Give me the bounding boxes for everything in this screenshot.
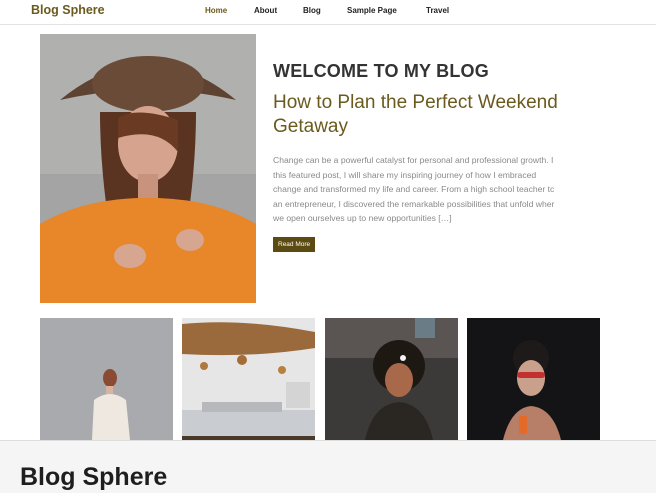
post-thumbnail[interactable] <box>325 318 458 440</box>
read-more-button[interactable]: Read More <box>273 236 316 252</box>
nav-item-about[interactable]: About <box>254 6 277 15</box>
post-excerpt: Change can be a powerful catalyst for pe… <box>273 153 585 226</box>
welcome-heading: WELCOME TO MY BLOG <box>273 61 489 81</box>
hero-text: WELCOME TO MY BLOG How to Plan the Perfe… <box>273 60 593 252</box>
excerpt-line: an entrepreneur, I discovered the remark… <box>273 198 555 209</box>
nav-item-sample-page[interactable]: Sample Page <box>347 6 397 15</box>
footer-site-title: Blog Sphere <box>20 463 168 491</box>
featured-post-image[interactable] <box>40 34 256 303</box>
nav-item-travel[interactable]: Travel <box>426 6 449 15</box>
excerpt-line: this featured post, I will share my insp… <box>273 169 537 180</box>
site-header: Blog Sphere Home About Blog Sample Page … <box>0 0 656 25</box>
post-title[interactable]: How to Plan the Perfect Weekend Getaway <box>273 91 593 139</box>
excerpt-line: we open ourselves up to new opportunitie… <box>273 213 452 224</box>
nav-item-blog[interactable]: Blog <box>303 6 321 15</box>
post-thumbnail[interactable] <box>467 318 600 440</box>
nav-item-home[interactable]: Home <box>205 6 227 15</box>
footer-bar: Blog Sphere <box>0 440 656 493</box>
site-title[interactable]: Blog Sphere <box>31 3 105 17</box>
excerpt-line: Change can be a powerful catalyst for pe… <box>273 155 554 165</box>
excerpt-line: change and transformed my life and caree… <box>273 184 555 195</box>
post-thumbnail[interactable] <box>182 318 315 440</box>
post-thumbnail[interactable] <box>40 318 173 440</box>
